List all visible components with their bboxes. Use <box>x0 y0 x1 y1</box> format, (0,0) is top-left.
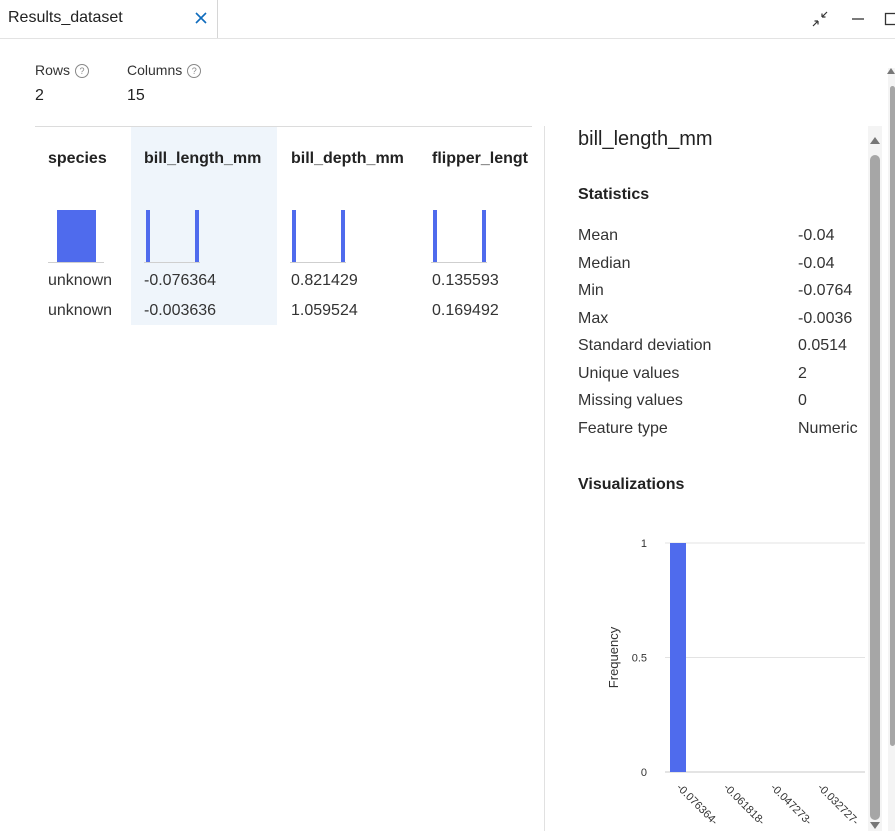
rows-label: Rows? <box>35 62 90 78</box>
histogram-bar <box>433 210 437 262</box>
y-tick-label: 0.5 <box>632 653 647 665</box>
histogram-bar <box>195 210 199 262</box>
table-cell: 0.169492 <box>432 302 499 319</box>
maximize-icon[interactable] <box>884 10 895 28</box>
histogram-bar <box>341 210 345 262</box>
stat-label: Unique values <box>578 365 680 382</box>
divider <box>35 126 532 127</box>
stat-label: Missing values <box>578 392 683 409</box>
columns-label-text: Columns <box>127 62 183 78</box>
minimize-icon[interactable] <box>849 10 867 28</box>
rows-value: 2 <box>35 87 44 104</box>
y-tick-label: 0 <box>641 767 647 779</box>
x-tick-label: -0.047273- <box>768 782 814 828</box>
panel-divider <box>544 126 545 831</box>
statistics-title: Statistics <box>578 186 650 203</box>
histogram-bar <box>292 210 296 262</box>
main-scrollbar-thumb[interactable] <box>890 86 895 746</box>
histogram-baseline <box>48 262 104 263</box>
stat-label: Standard deviation <box>578 337 712 354</box>
stat-value: -0.04 <box>798 227 835 244</box>
panel-title: bill_length_mm <box>578 128 713 150</box>
table-cell: 0.135593 <box>432 272 499 289</box>
stat-label: Feature type <box>578 420 668 437</box>
columns-label: Columns? <box>127 62 202 78</box>
column-header-bill-length-mm[interactable]: bill_length_mm <box>144 150 261 168</box>
stat-value: -0.0764 <box>798 282 853 299</box>
table-cell: 1.059524 <box>291 302 358 319</box>
histogram-baseline <box>290 262 346 263</box>
x-tick-label: -0.032727- <box>815 782 861 828</box>
x-tick-label: -0.061818- <box>721 782 767 828</box>
table-cell: unknown <box>48 272 113 289</box>
stat-value: 2 <box>798 365 807 382</box>
stat-label: Max <box>578 310 609 327</box>
columns-value: 15 <box>127 87 145 104</box>
histogram-baseline <box>431 262 487 263</box>
y-tick-label: 1 <box>641 538 647 550</box>
histogram-chart: 1 0.5 0 Frequency -0.076364- -0.061818- -0.047… <box>606 538 865 828</box>
scroll-up-arrow-icon[interactable] <box>869 134 881 146</box>
histogram-bar <box>482 210 486 262</box>
column-header-species[interactable]: species <box>48 150 107 168</box>
column-header-flipper-length[interactable]: flipper_lengt <box>432 150 532 168</box>
histogram-bar <box>146 210 150 262</box>
stat-value: -0.04 <box>798 255 835 272</box>
table-cell: -0.003636 <box>144 302 217 319</box>
stat-value: Numeric <box>798 420 858 437</box>
panel-scrollbar-thumb[interactable] <box>870 155 880 820</box>
tab-title: Results_dataset <box>8 9 123 26</box>
histogram-bar <box>670 543 686 772</box>
scroll-up-arrow-icon[interactable] <box>887 66 895 76</box>
tab-results-dataset[interactable]: Results_dataset <box>0 0 218 38</box>
stat-label: Min <box>578 282 604 299</box>
y-axis-label: Frequency <box>606 626 621 688</box>
tab-bar: Results_dataset <box>0 0 895 39</box>
column-header-bill-depth-mm[interactable]: bill_depth_mm <box>291 150 404 168</box>
stat-value: -0.0036 <box>798 310 853 327</box>
x-tick-label: -0.076364- <box>674 782 720 828</box>
histogram-bar <box>57 210 96 262</box>
table-cell: unknown <box>48 302 113 319</box>
close-icon[interactable] <box>192 9 210 27</box>
stat-value: 0 <box>798 392 807 409</box>
visualizations-title: Visualizations <box>578 476 685 493</box>
stat-label: Median <box>578 255 631 272</box>
stat-label: Mean <box>578 227 619 244</box>
rows-label-text: Rows <box>35 62 71 78</box>
help-icon[interactable]: ? <box>75 64 90 78</box>
help-icon[interactable]: ? <box>187 64 202 78</box>
collapse-icon[interactable] <box>811 10 829 28</box>
histogram-baseline <box>144 262 200 263</box>
table-cell: 0.821429 <box>291 272 358 289</box>
table-cell: -0.076364 <box>144 272 217 289</box>
stat-value: 0.0514 <box>798 337 847 354</box>
scroll-down-arrow-icon[interactable] <box>869 820 881 831</box>
